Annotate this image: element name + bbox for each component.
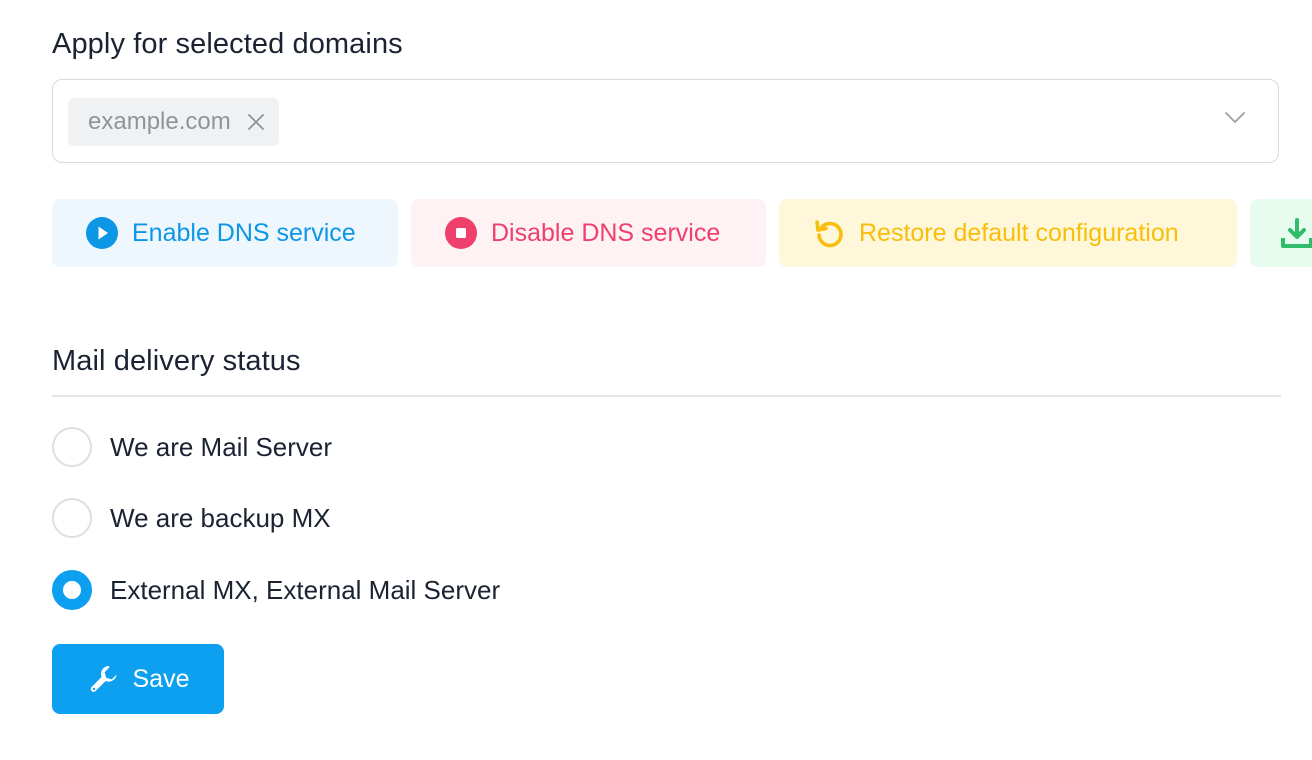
apply-domains-heading: Apply for selected domains [52,28,403,60]
radio-button[interactable] [52,427,92,467]
domain-tag: example.com [68,98,279,146]
radio-button[interactable] [52,498,92,538]
domain-multiselect[interactable]: example.com [52,79,1279,163]
download-icon [1280,216,1312,250]
radio-option-external-mx[interactable]: External MX, External Mail Server [52,570,500,610]
radio-option-backup-mx[interactable]: We are backup MX [52,498,331,538]
restore-default-label: Restore default configuration [859,218,1179,247]
disable-dns-button[interactable]: Disable DNS service [411,199,766,267]
wrench-icon [87,662,121,696]
stop-circle-icon [445,217,477,249]
section-divider [52,395,1281,397]
disable-dns-label: Disable DNS service [491,218,721,247]
radio-label: External MX, External Mail Server [110,574,501,605]
save-label: Save [132,664,190,693]
radio-button[interactable] [52,570,92,610]
close-icon[interactable] [247,113,265,131]
download-button[interactable] [1250,199,1312,267]
chevron-down-icon[interactable] [1224,111,1246,130]
radio-label: We are Mail Server [110,431,333,462]
radio-option-mail-server[interactable]: We are Mail Server [52,427,332,467]
mail-delivery-heading: Mail delivery status [52,345,301,377]
enable-dns-button[interactable]: Enable DNS service [52,199,398,267]
play-circle-icon [86,217,118,249]
radio-label: We are backup MX [110,502,331,533]
undo-icon [813,217,845,249]
domain-tag-label: example.com [88,108,231,135]
save-button[interactable]: Save [52,644,224,714]
enable-dns-label: Enable DNS service [132,218,356,247]
mail-dns-settings-panel: Apply for selected domains example.com E… [0,0,1312,760]
restore-default-button[interactable]: Restore default configuration [779,199,1237,267]
